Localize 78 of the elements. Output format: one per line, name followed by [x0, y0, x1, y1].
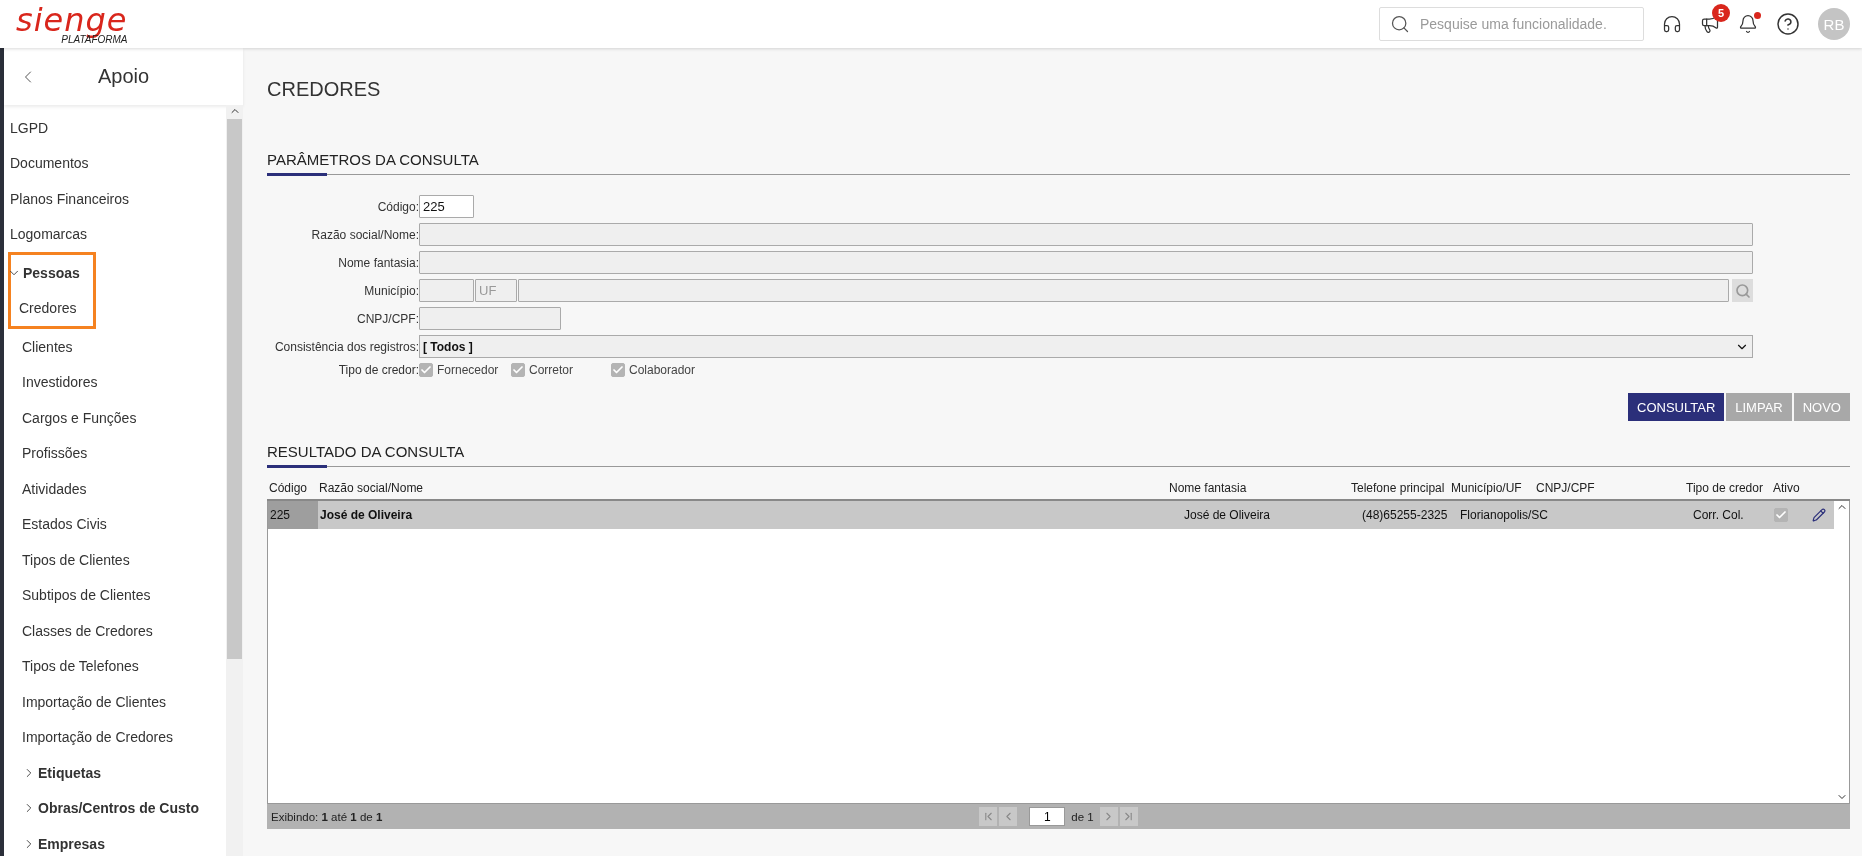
- previous-page-button[interactable]: [999, 807, 1018, 826]
- edit-icon[interactable]: [1812, 508, 1826, 522]
- menu-item[interactable]: Classes de Credores: [4, 613, 226, 649]
- lookup-button[interactable]: [1732, 279, 1753, 302]
- menu-item[interactable]: Clientes: [4, 329, 226, 365]
- menu-group[interactable]: Etiquetas: [4, 755, 226, 791]
- last-page-button[interactable]: [1119, 807, 1138, 826]
- page-count: de 1: [1071, 810, 1094, 823]
- field-label: Razão social/Nome:: [310, 227, 419, 242]
- code-field[interactable]: 225: [419, 195, 474, 218]
- cnpj-field[interactable]: [419, 307, 561, 330]
- table-cell-text: (48)65255-2325: [1361, 507, 1449, 524]
- section-title: PARÂMETROS DA CONSULTA: [267, 151, 480, 168]
- checkbox-label: Colaborador: [629, 363, 696, 377]
- menu-item[interactable]: Logomarcas: [4, 216, 226, 252]
- field-label: Tipo de credor:: [337, 363, 419, 377]
- field-label: CNPJ/CPF:: [356, 311, 419, 326]
- search-input[interactable]: Pesquise uma funcionalidade.: [1418, 15, 1633, 33]
- menu-item[interactable]: Subtipos de Clientes: [4, 577, 226, 613]
- table-cell-text: José de Oliveira: [319, 507, 414, 524]
- column-header: Ativo: [1773, 481, 1801, 495]
- trade-name-field[interactable]: [419, 251, 1753, 274]
- menu-group[interactable]: Empresas: [4, 826, 226, 856]
- city-name-field[interactable]: [518, 279, 1729, 302]
- menu-item[interactable]: Credores: [4, 290, 93, 326]
- field-label: Código:: [376, 199, 419, 214]
- menu-item[interactable]: Investidores: [4, 364, 226, 400]
- search-field[interactable]: Pesquise uma funcionalidade.: [1379, 7, 1644, 41]
- menu-item[interactable]: Profissões: [4, 435, 226, 471]
- table-row[interactable]: 225 José de Oliveira José de Oliveira (48)65255-2325 Florianopolis/SC Corr. Col.: [268, 501, 1834, 529]
- page-field[interactable]: 1: [1029, 807, 1066, 826]
- name-field[interactable]: [419, 223, 1753, 246]
- column-header: Código: [269, 481, 309, 495]
- city-code-field[interactable]: [419, 279, 474, 302]
- menu-item[interactable]: LGPD: [4, 110, 226, 146]
- headset-icon[interactable]: [1662, 14, 1682, 34]
- column-header: CNPJ/CPF: [1536, 481, 1596, 495]
- column-header: Município/UF: [1451, 481, 1523, 495]
- count-badge: 5: [1712, 4, 1730, 22]
- menu-item[interactable]: Cargos e Funções: [4, 400, 226, 436]
- next-page-button[interactable]: [1099, 807, 1118, 826]
- column-header: Razão social/Nome: [319, 481, 425, 495]
- page-title: CREDORES: [267, 78, 382, 101]
- field-label: Município:: [363, 283, 419, 298]
- scrollbar[interactable]: [226, 105, 243, 856]
- table-cell-text: Corr. Col.: [1692, 507, 1745, 524]
- column-header: Nome fantasia: [1169, 481, 1248, 495]
- checkbox-label: Fornecedor: [437, 363, 499, 377]
- checked-checkbox[interactable]: [1774, 508, 1788, 522]
- sidebar-title: Apoio: [96, 65, 151, 88]
- table-cell-text: Florianopolis/SC: [1459, 507, 1550, 524]
- table-cell: 225: [268, 501, 318, 529]
- consistency-select[interactable]: [ Todos ]: [419, 335, 1753, 358]
- menu-item[interactable]: Tipos de Clientes: [4, 542, 226, 578]
- menu-item[interactable]: Importação de Clientes: [4, 684, 226, 720]
- action-button[interactable]: CONSULTAR: [1628, 393, 1725, 421]
- field-label: Consistência dos registros:: [273, 339, 419, 354]
- record-summary: Exibindo: 1 até 1 de 1: [271, 810, 384, 823]
- search-icon: [1390, 14, 1410, 34]
- field-label: Nome fantasia:: [337, 255, 419, 270]
- menu-group[interactable]: Obras/Centros de Custo: [4, 790, 226, 826]
- first-page-button[interactable]: [979, 807, 998, 826]
- menu-item[interactable]: Planos Financeiros: [4, 181, 226, 217]
- column-header: Tipo de credor: [1686, 481, 1764, 495]
- table-cell-text: José de Oliveira: [1183, 507, 1272, 524]
- bell-button[interactable]: [1738, 14, 1758, 34]
- menu-item[interactable]: Estados Civis: [4, 506, 226, 542]
- state-field[interactable]: UF: [475, 279, 517, 302]
- checkbox-label: Corretor: [529, 363, 573, 377]
- section-title: RESULTADO DA CONSULTA: [267, 443, 466, 460]
- menu-group[interactable]: Pessoas: [4, 255, 93, 291]
- menu-item[interactable]: Importação de Credores: [4, 719, 226, 755]
- menu-item[interactable]: Atividades: [4, 471, 226, 507]
- column-header: Telefone principal: [1351, 481, 1446, 495]
- logo: sienge PLATAFORMA: [16, 3, 128, 45]
- menu-item[interactable]: Documentos: [4, 145, 226, 181]
- menu-item[interactable]: Tipos de Telefones: [4, 648, 226, 684]
- help-icon[interactable]: [1776, 12, 1800, 36]
